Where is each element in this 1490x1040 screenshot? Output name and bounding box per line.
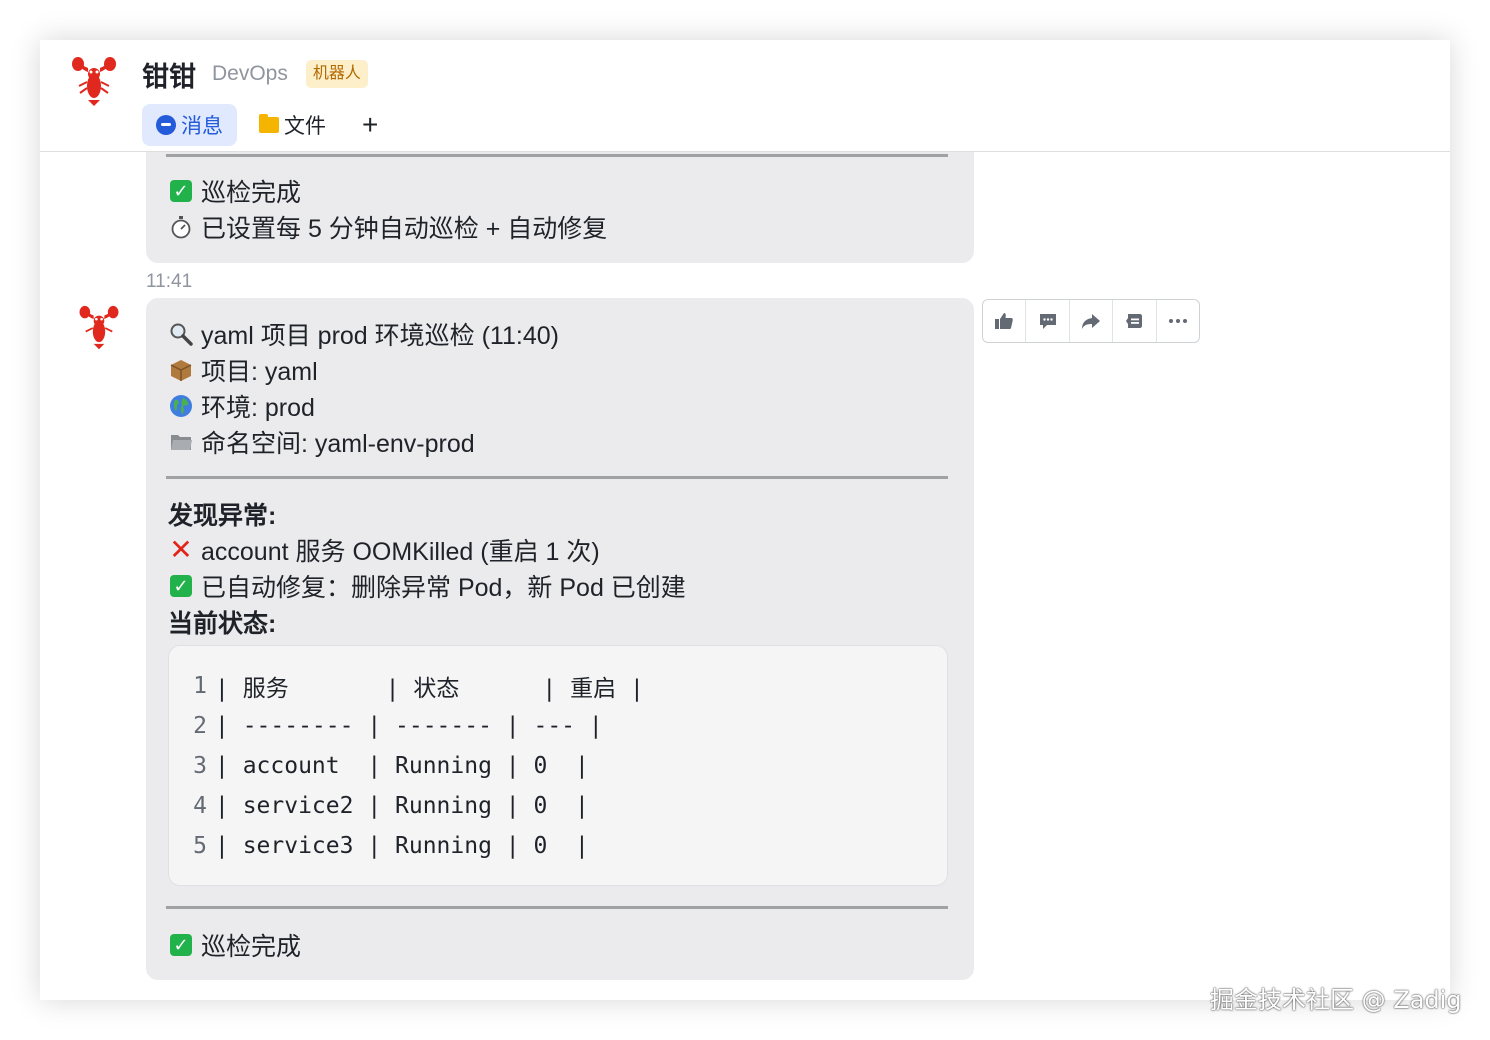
line-number: 1: [193, 673, 207, 699]
check-mark-icon: ✓: [168, 180, 194, 202]
code-text: | service3 | Running | 0 |: [215, 833, 589, 859]
code-line: 4 | service2 | Running | 0 |: [169, 786, 589, 826]
lobster-avatar[interactable]: [68, 56, 120, 108]
message-line: ✓ 已自动修复：删除异常 Pod，新 Pod 已创建: [168, 569, 686, 603]
line-text: 命名空间: yaml-env-prod: [201, 430, 475, 458]
anomaly-title: 发现异常:: [168, 502, 277, 530]
check-mark-icon: ✓: [168, 575, 194, 597]
message-line: 环境: prod: [168, 389, 315, 423]
bot-name[interactable]: 钳钳: [142, 55, 196, 94]
quote-button[interactable]: [1113, 300, 1157, 342]
message-line: yaml 项目 prod 环境巡检 (11:40): [168, 317, 559, 351]
line-number: 2: [193, 713, 207, 739]
tab-files[interactable]: 文件: [259, 104, 326, 146]
line-text: 环境: prod: [201, 394, 315, 422]
tab-messages[interactable]: 消息: [142, 104, 237, 146]
magnifier-icon: [168, 322, 194, 346]
more-button[interactable]: [1157, 300, 1199, 342]
code-text: | service2 | Running | 0 |: [215, 793, 589, 819]
message-line: 命名空间: yaml-env-prod: [168, 425, 475, 459]
quote-icon: [1126, 314, 1143, 328]
title-row: 钳钳 DevOps 机器人: [142, 54, 368, 94]
code-line: 3 | account | Running | 0 |: [169, 746, 589, 786]
line-text: yaml 项目 prod 环境巡检 (11:40): [201, 322, 559, 350]
chat-header: 钳钳 DevOps 机器人 消息 文件 +: [40, 40, 1450, 152]
folder-icon: [259, 114, 279, 133]
line-number: 3: [193, 753, 207, 779]
globe-icon: [168, 394, 194, 418]
forward-icon: [1082, 314, 1101, 329]
message-time: 11:41: [146, 271, 193, 292]
divider: [166, 906, 948, 909]
thumbs-up-icon: [995, 313, 1013, 329]
cross-mark-icon: ✕: [169, 534, 193, 565]
line-text: 项目: yaml: [201, 358, 318, 386]
line-text: 巡检完成: [201, 179, 302, 207]
divider: [166, 154, 948, 157]
comment-icon: [1039, 314, 1056, 329]
code-text: | account | Running | 0 |: [215, 753, 589, 779]
lobster-avatar[interactable]: [76, 305, 122, 351]
tab-label: 文件: [284, 115, 326, 138]
code-line: 5 | service3 | Running | 0 |: [169, 826, 589, 866]
line-text: account 服务 OOMKilled (重启 1 次): [201, 538, 600, 566]
tab-bar: 消息 文件 +: [142, 104, 378, 146]
forward-button[interactable]: [1070, 300, 1114, 342]
divider: [166, 476, 948, 479]
bot-org: DevOps: [212, 62, 288, 85]
add-tab-button[interactable]: +: [362, 104, 378, 146]
check-mark-icon: ✓: [168, 934, 194, 956]
code-line: 2 | -------- | ------- | --- |: [169, 706, 603, 746]
stopwatch-icon: [168, 215, 194, 239]
line-text: 已自动修复：删除异常 Pod，新 Pod 已创建: [201, 574, 686, 602]
line-text: 已设置每 5 分钟自动巡检 + 自动修复: [201, 215, 608, 243]
code-line: 1 | 服务 | 状态 | 重启 |: [169, 666, 644, 706]
line-number: 5: [193, 833, 207, 859]
code-text: | -------- | ------- | --- |: [215, 713, 603, 739]
more-icon: [1168, 319, 1187, 323]
line-number: 4: [193, 793, 207, 819]
bot-badge: 机器人: [305, 60, 368, 88]
message-action-toolbar: [982, 299, 1200, 343]
folder-icon: [168, 431, 194, 453]
message-line: 已设置每 5 分钟自动巡检 + 自动修复: [168, 210, 607, 244]
code-block[interactable]: 1 | 服务 | 状态 | 重启 | 2 | -------- | ------…: [168, 645, 948, 886]
message-line: 项目: yaml: [168, 353, 318, 387]
watermark: 掘金技术社区 @ Zadig: [1210, 986, 1462, 1014]
code-text: | 服务 | 状态 | 重启 |: [215, 676, 644, 702]
message-bubble: yaml 项目 prod 环境巡检 (11:40) 项目: yaml 环境: p…: [146, 298, 974, 980]
message-line: ✕ account 服务 OOMKilled (重启 1 次): [168, 533, 600, 567]
status-title: 当前状态:: [168, 610, 277, 638]
line-text: 巡检完成: [201, 933, 302, 961]
reply-button[interactable]: [1026, 300, 1070, 342]
tab-label: 消息: [181, 115, 223, 138]
thumbs-up-button[interactable]: [983, 300, 1027, 342]
message-line: ✓ 巡检完成: [168, 174, 301, 208]
package-icon: [168, 358, 194, 382]
message-icon: [156, 115, 176, 135]
chat-window: 钳钳 DevOps 机器人 消息 文件 + ✓ 巡检完成 已设置每 5 分钟自动…: [40, 40, 1450, 1000]
message-line: ✓ 巡检完成: [168, 928, 301, 962]
